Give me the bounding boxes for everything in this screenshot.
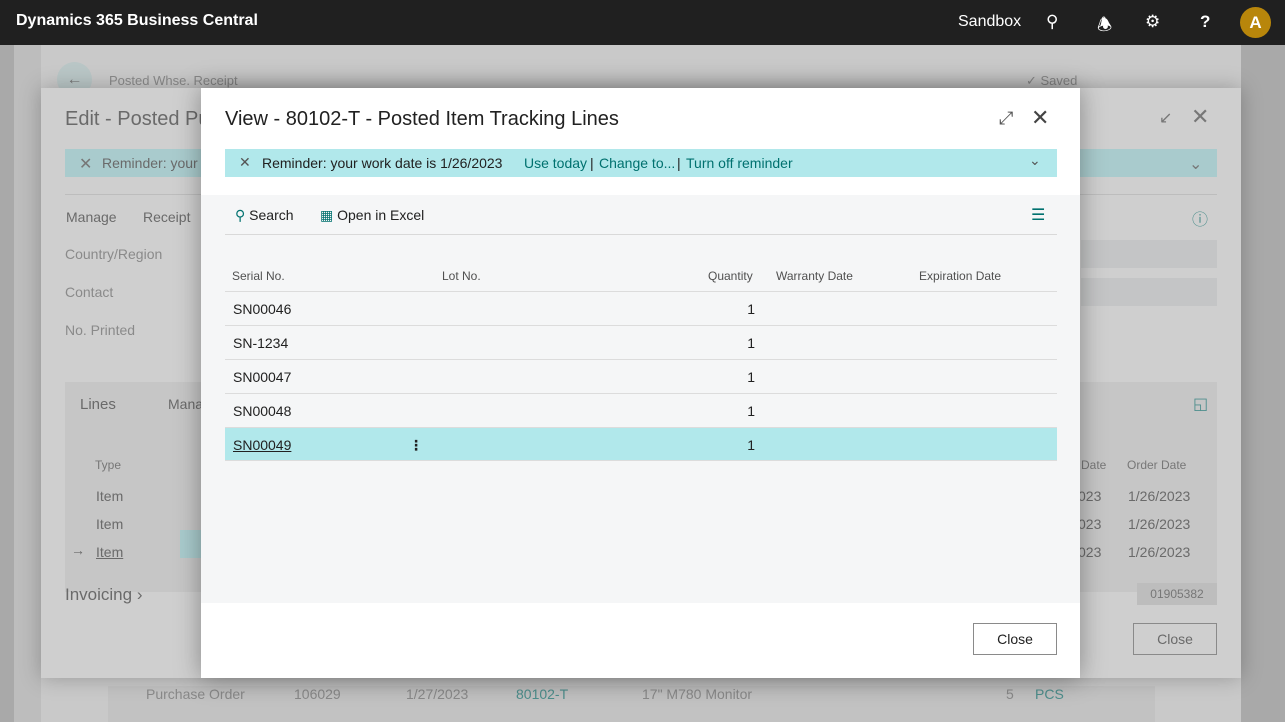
line-date: 023 [1078, 488, 1102, 504]
quantity: 1 [747, 437, 755, 453]
column-header: Type [95, 458, 122, 472]
dismiss-icon[interactable]: ✕ [239, 154, 251, 171]
close-button[interactable]: Close [1133, 623, 1217, 655]
table-row[interactable]: SN00046 1 [225, 291, 1057, 325]
table-row[interactable]: SN-1234 1 [225, 325, 1057, 359]
serial-no[interactable]: SN00049 [233, 437, 291, 453]
page-edge [14, 45, 41, 722]
environment-label: Sandbox [958, 13, 1022, 30]
bottom-row: Purchase Order 106029 1/27/2023 80102-T … [108, 686, 1155, 722]
lines-manage[interactable]: Mana [168, 396, 203, 412]
column-header-warranty[interactable]: Warranty Date [776, 269, 853, 283]
field-label: Country/Region [65, 246, 163, 262]
line-date: 023 [1078, 544, 1102, 560]
line-type-link[interactable]: Item [96, 544, 123, 560]
search-icon: ⚲ [235, 207, 246, 223]
use-today-link[interactable]: Use today [524, 155, 587, 171]
column-header-expiration[interactable]: Expiration Date [919, 269, 1001, 283]
field-label: No. Printed [65, 322, 136, 338]
dialog-content: ⚲ Search ▦ Open in Excel ☰ Serial No. Lo… [201, 195, 1080, 603]
serial-no: SN-1234 [233, 335, 289, 351]
column-header-serial[interactable]: Serial No. [232, 269, 285, 283]
action-bar: ⚲ Search ▦ Open in Excel ☰ [225, 195, 1057, 235]
action-manage[interactable]: Manage [66, 209, 117, 225]
expand-icon[interactable]: ◱ [1193, 394, 1208, 414]
close-icon[interactable]: ✕ [1191, 104, 1209, 130]
bell-icon[interactable]: 🕭 [1097, 12, 1112, 41]
line-order-date: 1/26/2023 [1128, 488, 1191, 504]
table-row[interactable]: SN00049 ⋮ 1 [225, 427, 1057, 461]
column-header-lot[interactable]: Lot No. [442, 269, 481, 283]
column-header: Date [1081, 458, 1107, 472]
app-title[interactable]: Dynamics 365 Business Central [16, 12, 258, 30]
search-label: Search [249, 207, 294, 223]
code-box: 01905382 [1137, 583, 1217, 605]
close-icon[interactable]: ✕ [79, 154, 92, 174]
gear-icon[interactable]: ⚙ [1145, 12, 1160, 32]
arrow-right-icon: → [71, 542, 85, 558]
line-type: Item [96, 488, 124, 504]
more-options-icon[interactable]: ⋮ [409, 437, 423, 454]
quantity: 1 [747, 369, 755, 385]
quantity: 1 [747, 301, 755, 317]
expand-icon[interactable]: ⤢ [999, 108, 1013, 129]
reminder-text: Reminder: your w [102, 155, 212, 171]
list-view-icon[interactable]: ☰ [1031, 205, 1045, 225]
close-button[interactable]: Close [973, 623, 1057, 655]
serial-no: SN00048 [233, 403, 292, 419]
turn-off-reminder-link[interactable]: Turn off reminder [686, 155, 793, 171]
invoicing-section[interactable]: Invoicing › [65, 585, 143, 605]
field-label: Contact [65, 284, 114, 300]
avatar[interactable]: A [1240, 7, 1271, 38]
lines-tab[interactable]: Lines [80, 396, 116, 413]
column-header: Order Date [1127, 458, 1187, 472]
breadcrumb: Posted Whse. Receipt [109, 73, 238, 88]
serial-no: SN00047 [233, 369, 292, 385]
action-receipt[interactable]: Receipt [143, 209, 190, 225]
reminder-text: Reminder: your work date is 1/26/2023 [262, 155, 503, 171]
open-in-excel-button[interactable]: ▦ Open in Excel [320, 207, 424, 224]
column-header-quantity[interactable]: Quantity [708, 269, 753, 283]
search-button[interactable]: ⚲ Search [235, 207, 294, 224]
excel-icon: ▦ [320, 207, 334, 223]
app-header: Dynamics 365 Business Central Sandbox ⚲ … [0, 0, 1285, 45]
edit-title: Edit - Posted Pu [65, 108, 210, 130]
table-row[interactable]: SN00048 1 [225, 393, 1057, 427]
item-link[interactable]: 80102-T [516, 686, 568, 702]
search-icon[interactable]: ⚲ [1046, 12, 1058, 32]
help-icon[interactable]: ? [1200, 12, 1210, 32]
open-excel-label: Open in Excel [337, 207, 425, 223]
close-icon[interactable]: ✕ [1031, 105, 1049, 131]
qty: 5 [1006, 686, 1014, 702]
chevron-down-icon[interactable]: ⌄ [1189, 154, 1202, 174]
quantity: 1 [747, 403, 755, 419]
description: 17" M780 Monitor [642, 686, 753, 702]
dialog-title: View - 80102-T - Posted Item Tracking Li… [225, 108, 619, 130]
line-order-date: 1/26/2023 [1128, 544, 1191, 560]
uom-link[interactable]: PCS [1035, 686, 1064, 702]
quantity: 1 [747, 335, 755, 351]
invoicing-label: Invoicing [65, 585, 133, 604]
field-input[interactable] [1081, 278, 1217, 306]
line-date: 023 [1078, 516, 1102, 532]
more-options-icon[interactable] [180, 530, 202, 558]
info-icon[interactable]: ⓘ [1192, 206, 1208, 230]
doc-no: 106029 [294, 686, 341, 702]
line-order-date: 1/26/2023 [1128, 516, 1191, 532]
collapse-icon[interactable]: ↙ [1159, 108, 1172, 128]
table-row[interactable]: SN00047 1 [225, 359, 1057, 393]
field-input[interactable] [1081, 240, 1217, 268]
reminder-banner: ✕ Reminder: your work date is 1/26/2023 … [225, 149, 1057, 177]
line-type: Item [96, 516, 124, 532]
saved-status: ✓ Saved [1026, 73, 1078, 88]
tracking-lines-dialog: View - 80102-T - Posted Item Tracking Li… [201, 88, 1080, 678]
change-to-link[interactable]: Change to... [599, 155, 675, 171]
chevron-down-icon[interactable]: ⌄ [1029, 152, 1041, 169]
doc-date: 1/27/2023 [406, 686, 469, 702]
serial-no: SN00046 [233, 301, 292, 317]
doc-type: Purchase Order [146, 686, 245, 702]
saved-label: Saved [1040, 73, 1078, 88]
